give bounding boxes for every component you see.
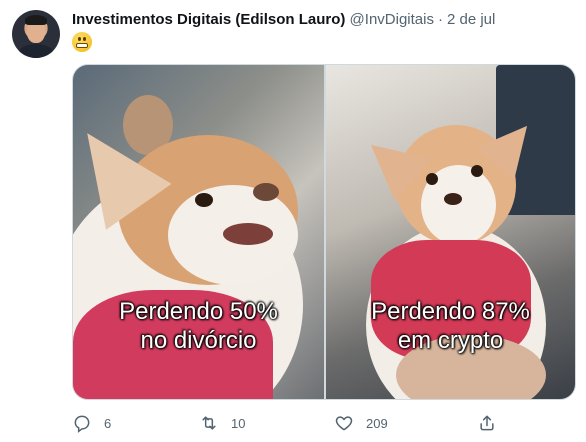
emoji-teeth xyxy=(76,43,88,48)
dog-nose-shape xyxy=(444,193,462,205)
dog-eye-shape xyxy=(195,193,213,207)
media-photo-right[interactable]: Perdendo 87% em crypto xyxy=(326,65,575,399)
reply-icon xyxy=(74,415,90,433)
tweet-date[interactable]: 2 de jul xyxy=(447,11,495,28)
dog-eye-left-shape xyxy=(426,173,438,185)
retweet-count: 10 xyxy=(231,415,246,431)
like-count: 209 xyxy=(366,415,388,431)
left-caption-line2: no divórcio xyxy=(140,327,257,354)
grimacing-face-emoji-icon xyxy=(72,32,92,52)
reply-button[interactable]: 6 xyxy=(72,410,111,436)
dog-nose-shape xyxy=(253,183,279,201)
right-caption-line2: em crypto xyxy=(397,327,504,354)
left-caption: Perdendo 50% no divórcio xyxy=(73,297,324,355)
media-photo-left[interactable]: Perdendo 50% no divórcio xyxy=(73,65,324,399)
emoji-eye-left xyxy=(78,37,81,41)
tweet-media[interactable]: Perdendo 50% no divórcio Perdendo 87% em… xyxy=(72,64,576,400)
avatar[interactable] xyxy=(12,10,60,58)
heart-icon xyxy=(335,416,353,431)
dog-mouth-shape xyxy=(223,223,273,245)
separator-dot: · xyxy=(437,11,443,28)
author-name[interactable]: Investimentos Digitais (Edilson Lauro) xyxy=(72,11,345,28)
avatar-shirt xyxy=(18,44,54,58)
right-caption: Perdendo 87% em crypto xyxy=(326,297,575,355)
share-button[interactable] xyxy=(477,410,497,436)
reply-count: 6 xyxy=(104,415,112,431)
avatar-hair xyxy=(25,15,47,25)
tweet-header: Investimentos Digitais (Edilson Lauro) @… xyxy=(72,10,495,30)
left-caption-line1: Perdendo 50% xyxy=(119,298,278,325)
author-handle[interactable]: @InvDigitais xyxy=(350,11,434,28)
like-button[interactable]: 209 xyxy=(334,410,388,436)
tweet-actions: 6 10 209 xyxy=(72,410,576,436)
right-caption-line1: Perdendo 87% xyxy=(371,298,530,325)
retweet-icon xyxy=(202,416,216,430)
tweet[interactable]: Investimentos Digitais (Edilson Lauro) @… xyxy=(0,0,586,442)
emoji-eye-right xyxy=(83,37,86,41)
share-icon xyxy=(480,415,494,431)
retweet-button[interactable]: 10 xyxy=(199,410,245,436)
dog-eye-right-shape xyxy=(471,165,483,177)
